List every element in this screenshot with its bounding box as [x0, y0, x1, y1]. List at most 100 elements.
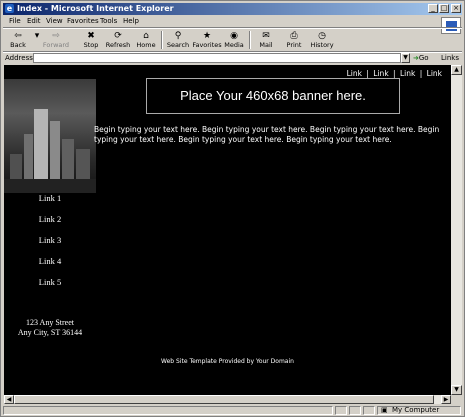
arrow-left-icon: ◀: [6, 396, 12, 403]
standard-toolbar: ⇦ Back ▾ ⇨ Forward ✖ Stop ⟳ Refresh ⌂ Ho…: [3, 29, 462, 51]
address-label: Address: [5, 54, 33, 62]
status-zone: My Computer: [392, 406, 440, 414]
go-label: Go: [418, 54, 429, 62]
search-label: Search: [166, 41, 190, 49]
scrollbar-corner: [451, 395, 462, 404]
favorites-star-icon: ★: [202, 31, 212, 41]
banner-placeholder: Place Your 460x68 banner here.: [146, 78, 400, 114]
computer-icon: ▣: [381, 406, 388, 414]
scroll-left-button[interactable]: ◀: [4, 395, 14, 404]
minimize-button[interactable]: _: [428, 4, 438, 13]
history-icon: ◷: [318, 31, 326, 41]
maximize-button[interactable]: □: [439, 4, 449, 13]
status-pane-main: [3, 406, 333, 415]
media-label: Media: [224, 41, 244, 49]
side-link-2[interactable]: Link 2: [4, 212, 96, 233]
top-link-separator: |: [393, 69, 396, 78]
stop-label: Stop: [83, 41, 99, 49]
browser-window: e Index - Microsoft Internet Explorer _ …: [0, 0, 465, 417]
street-address: 123 Any Street Any City, ST 36144: [4, 318, 96, 338]
city-skyline-image: [4, 79, 96, 193]
top-link-separator: |: [366, 69, 369, 78]
side-link-5[interactable]: Link 5: [4, 275, 96, 296]
stop-button[interactable]: ✖ Stop: [80, 29, 102, 51]
go-button[interactable]: ➜Go: [413, 52, 429, 64]
back-arrow-icon: ⇦: [14, 31, 22, 41]
side-link-3[interactable]: Link 3: [4, 233, 96, 254]
status-pane: [363, 406, 375, 415]
print-button[interactable]: ⎙ Print: [283, 29, 305, 51]
home-icon: ⌂: [143, 31, 149, 41]
search-button[interactable]: ⚲ Search: [166, 29, 190, 51]
back-button[interactable]: ⇦ Back: [6, 29, 30, 51]
menu-help[interactable]: Help: [123, 16, 139, 27]
menu-file[interactable]: File: [9, 16, 21, 27]
status-zone-pane: ▣ My Computer: [377, 406, 461, 415]
address-line-2: Any City, ST 36144: [17, 328, 83, 337]
media-icon: ◉: [230, 31, 238, 41]
address-line-1: 123 Any Street: [26, 318, 74, 327]
arrow-up-icon: ▲: [454, 66, 459, 73]
side-link-1[interactable]: Link 1: [4, 191, 96, 212]
top-nav-links: Link | Link | Link | Link: [346, 69, 443, 78]
menu-edit[interactable]: Edit: [27, 16, 41, 27]
close-button[interactable]: ×: [451, 4, 461, 13]
side-link-4[interactable]: Link 4: [4, 254, 96, 275]
chevron-down-icon: ▼: [403, 54, 408, 61]
history-button[interactable]: ◷ History: [309, 29, 335, 51]
page-viewport[interactable]: Link | Link | Link | Link Place Your 460…: [4, 65, 451, 395]
forward-button[interactable]: ⇨ Forward: [40, 29, 72, 51]
top-link-2[interactable]: Link: [373, 69, 388, 78]
status-pane: [335, 406, 347, 415]
horizontal-scroll-thumb[interactable]: [14, 395, 434, 404]
favorites-button[interactable]: ★ Favorites: [192, 29, 222, 51]
home-button[interactable]: ⌂ Home: [135, 29, 157, 51]
status-pane: [349, 406, 361, 415]
links-label: Links: [441, 54, 459, 62]
scroll-up-button[interactable]: ▲: [451, 65, 462, 75]
top-link-separator: |: [419, 69, 423, 78]
refresh-icon: ⟳: [114, 31, 122, 41]
mail-label: Mail: [259, 41, 273, 49]
forward-arrow-icon: ⇨: [52, 31, 60, 41]
media-button[interactable]: ◉ Media: [223, 29, 245, 51]
scroll-right-button[interactable]: ▶: [441, 395, 451, 404]
refresh-label: Refresh: [105, 41, 131, 49]
ie-icon: e: [5, 4, 14, 13]
mail-icon: ✉: [262, 31, 270, 41]
menu-bar: File Edit View Favorites Tools Help: [3, 16, 462, 27]
forward-label: Forward: [42, 41, 70, 49]
menu-favorites[interactable]: Favorites: [67, 16, 99, 27]
menu-tools[interactable]: Tools: [100, 16, 117, 27]
address-dropdown-button[interactable]: ▼: [401, 53, 410, 63]
horizontal-scrollbar[interactable]: ◀ ▶: [4, 395, 451, 404]
search-icon: ⚲: [174, 31, 182, 41]
arrow-right-icon: ▶: [443, 396, 449, 403]
address-bar: Address ▼ ➜Go Links »: [3, 52, 462, 74]
footer-credit: Web Site Template Provided by Your Domai…: [161, 358, 294, 365]
arrow-down-icon: ▼: [454, 386, 459, 393]
body-text: Begin typing your text here. Begin typin…: [94, 125, 440, 144]
history-label: History: [310, 41, 334, 49]
top-link-1[interactable]: Link: [347, 69, 362, 78]
stop-icon: ✖: [87, 31, 95, 41]
status-bar: ▣ My Computer: [3, 405, 462, 416]
back-label: Back: [10, 41, 26, 49]
title-bar[interactable]: e Index - Microsoft Internet Explorer _ …: [3, 3, 462, 15]
home-label: Home: [136, 41, 156, 49]
menu-view[interactable]: View: [46, 16, 63, 27]
print-label: Print: [286, 41, 302, 49]
scroll-down-button[interactable]: ▼: [451, 385, 462, 395]
window-title: Index - Microsoft Internet Explorer: [17, 4, 174, 13]
back-dropdown[interactable]: ▾: [31, 29, 40, 51]
mail-button[interactable]: ✉ Mail: [255, 29, 277, 51]
top-link-3[interactable]: Link: [400, 69, 415, 78]
address-input[interactable]: [33, 53, 401, 63]
top-link-4[interactable]: Link: [427, 69, 442, 78]
vertical-scrollbar[interactable]: ▲ ▼: [451, 65, 462, 395]
side-nav: Link 1 Link 2 Link 3 Link 4 Link 5: [4, 191, 96, 296]
refresh-button[interactable]: ⟳ Refresh: [105, 29, 131, 51]
toolbar-separator: [161, 31, 163, 49]
toolbar-separator: [249, 31, 251, 49]
favorites-label: Favorites: [192, 41, 222, 49]
